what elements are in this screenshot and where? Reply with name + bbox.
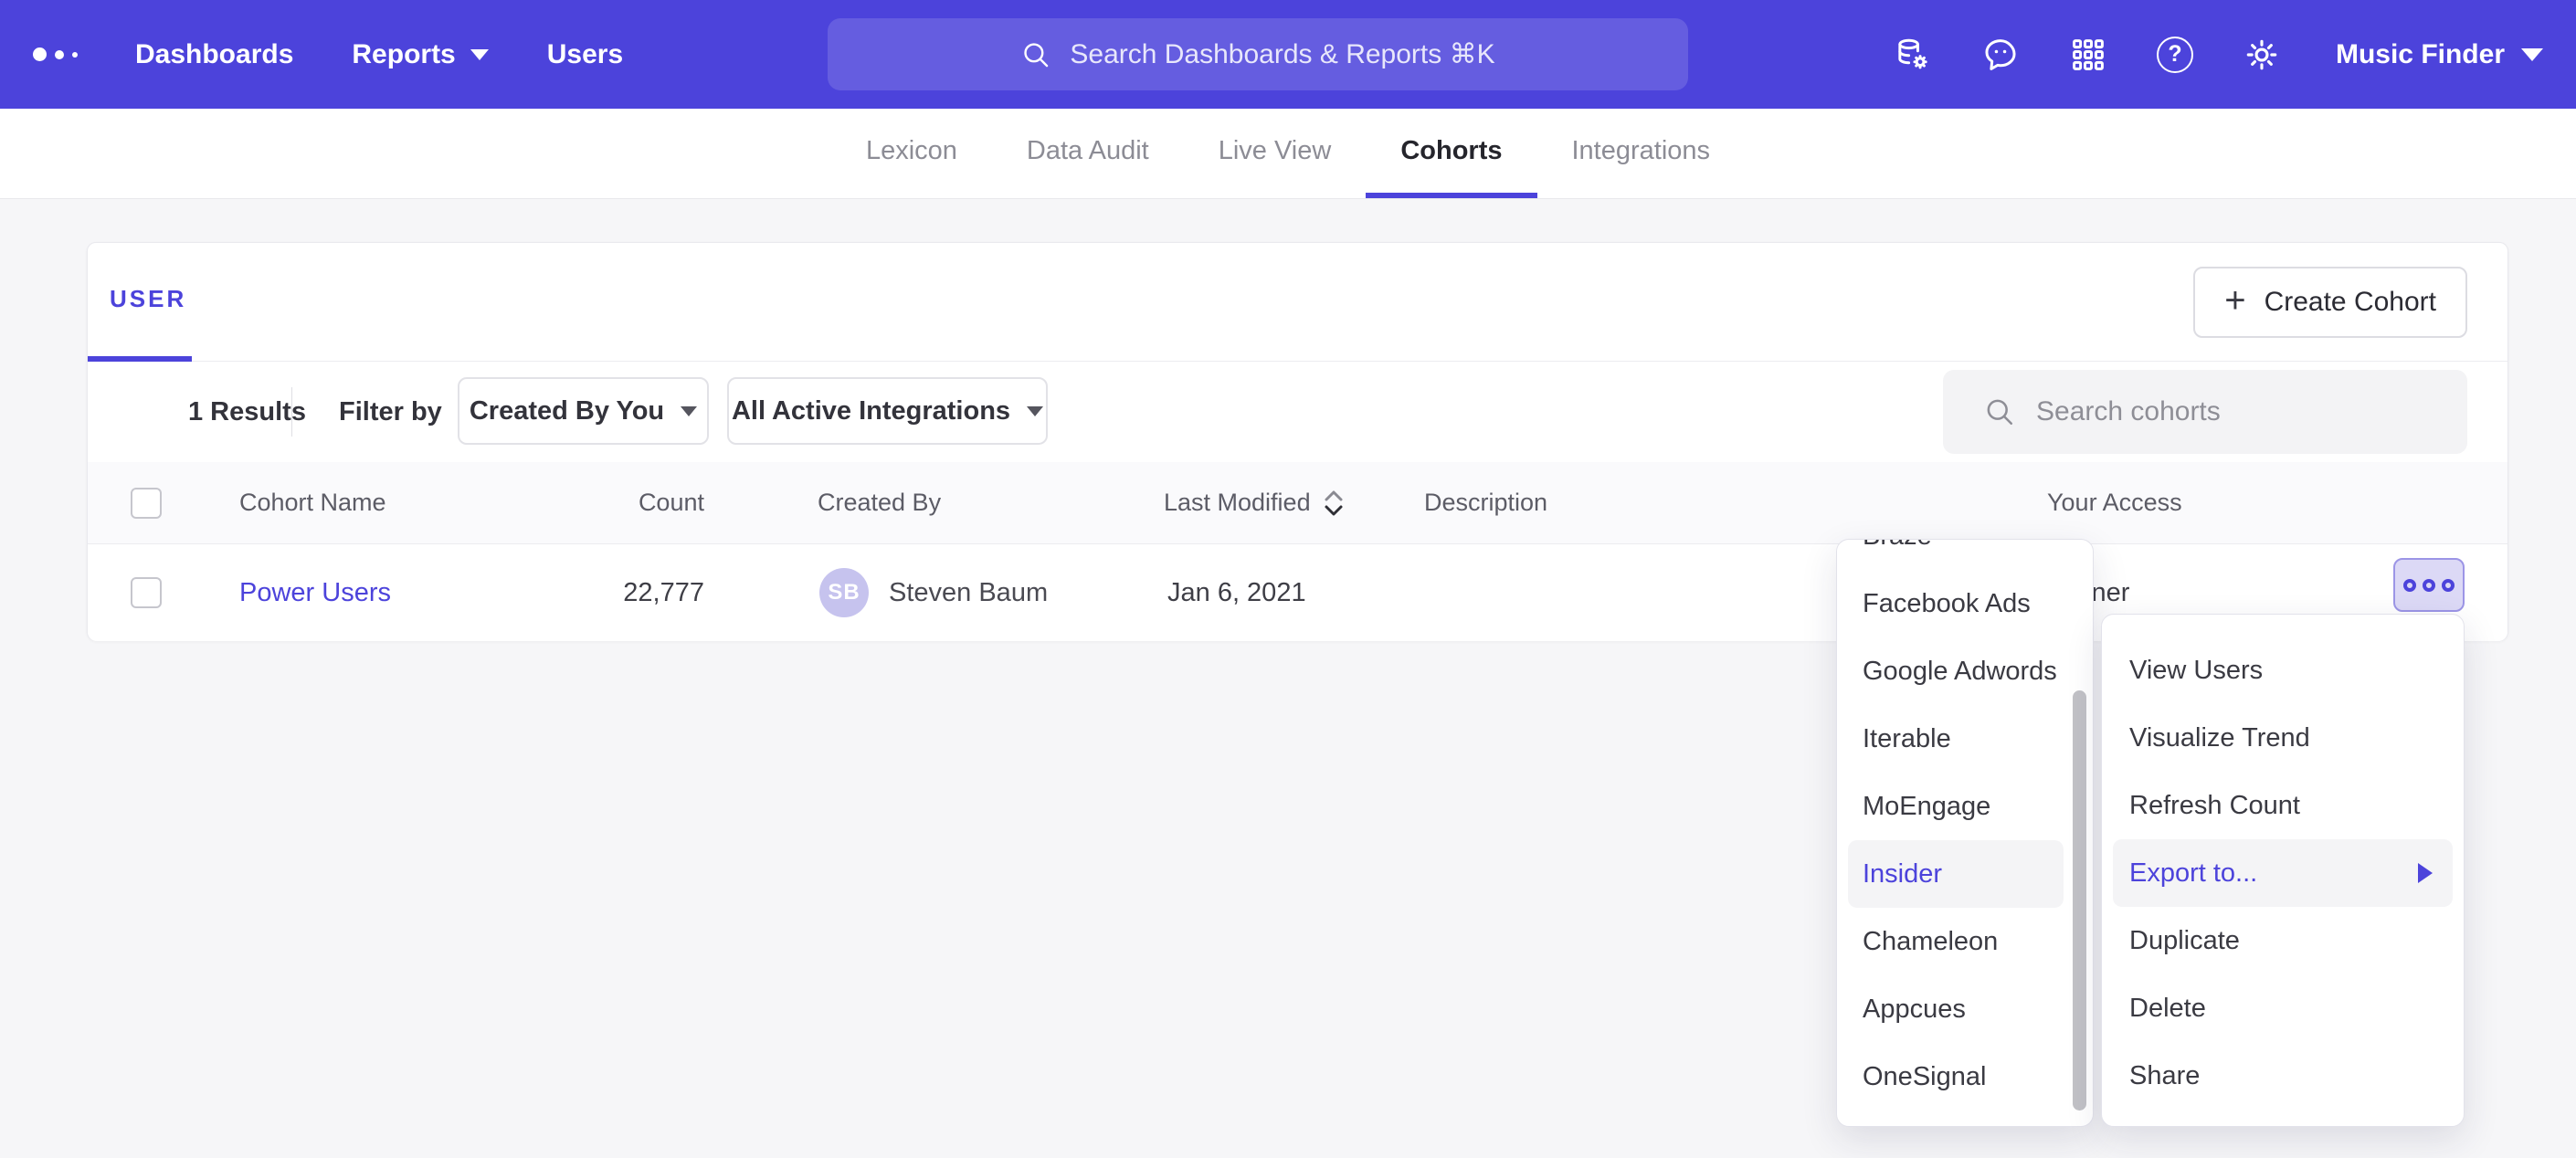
menu-item-label: Duplicate — [2129, 926, 2240, 956]
help-icon[interactable]: ? — [2157, 37, 2193, 73]
top-nav: Dashboards Reports Users Search Dashboards… — [0, 0, 2576, 109]
global-search-input[interactable]: Search Dashboards & Reports ⌘K — [828, 18, 1688, 90]
create-cohort-label: Create Cohort — [2265, 287, 2436, 318]
column-description[interactable]: Description — [1424, 462, 1547, 543]
created-by-cell: SB Steven Baum — [819, 544, 1048, 641]
cohort-count: 22,777 — [503, 544, 704, 641]
nav-item-label: Reports — [352, 39, 455, 70]
tab-bar: LexiconData AuditLive ViewCohortsIntegra… — [0, 109, 2576, 199]
search-icon — [1020, 39, 1051, 70]
cohort-type-section: USER + Create Cohort — [88, 243, 2507, 362]
plus-icon: + — [2224, 282, 2245, 319]
select-all-checkbox[interactable] — [131, 488, 162, 519]
results-count: 1 Results — [188, 362, 306, 462]
menu-item-view-users[interactable]: View Users — [2102, 637, 2464, 704]
cohorts-screen: Dashboards Reports Users Search Dashboards… — [0, 0, 2576, 1158]
chevron-down-icon — [2521, 48, 2543, 61]
nav-item-label: Users — [547, 39, 623, 70]
table-header: Cohort Name Count Created By Last Modifi… — [88, 462, 2507, 544]
menu-item-label: Export to... — [2129, 858, 2257, 889]
menu-item-share[interactable]: Share — [2102, 1042, 2464, 1110]
search-icon — [1983, 395, 2016, 428]
menu-item-label: Share — [2129, 1061, 2200, 1091]
mixpanel-logo-icon[interactable] — [33, 47, 86, 61]
created-by-filter-dropdown[interactable]: Created By You — [458, 377, 709, 445]
nav-item-users[interactable]: Users — [547, 39, 623, 70]
settings-icon[interactable] — [2243, 36, 2281, 74]
submenu-arrow-icon — [2418, 863, 2433, 883]
last-modified-cell: Jan 6, 2021 — [1167, 544, 1306, 641]
column-count[interactable]: Count — [503, 462, 704, 543]
menu-item-label: Visualize Trend — [2129, 723, 2310, 753]
integrations-filter-value: All Active Integrations — [732, 396, 1010, 426]
feedback-icon[interactable] — [1981, 36, 2020, 74]
tab-data-audit[interactable]: Data Audit — [992, 109, 1184, 198]
menu-item-label: Delete — [2129, 994, 2206, 1024]
dot-icon — [2403, 579, 2416, 592]
project-name: Music Finder — [2336, 39, 2505, 70]
nav-item-dashboards[interactable]: Dashboards — [135, 39, 293, 70]
submenu-item-facebook-ads[interactable]: Facebook Ads — [1837, 570, 2093, 637]
data-settings-icon[interactable] — [1894, 36, 1932, 74]
project-switcher[interactable]: Music Finder — [2336, 39, 2543, 70]
submenu-item-braze[interactable]: Braze — [1837, 539, 2093, 570]
search-cohorts-input[interactable]: Search cohorts — [1943, 370, 2467, 454]
dot-icon — [2442, 579, 2455, 592]
column-cohort-name[interactable]: Cohort Name — [239, 462, 386, 543]
submenu-item-insider[interactable]: Insider — [1848, 840, 2064, 908]
tab-live-view[interactable]: Live View — [1184, 109, 1367, 198]
menu-item-delete[interactable]: Delete — [2102, 974, 2464, 1042]
nav-item-reports[interactable]: Reports — [352, 39, 488, 70]
submenu-item-google-adwords[interactable]: Google Adwords — [1837, 637, 2093, 705]
submenu-scrollbar[interactable] — [2073, 690, 2086, 1111]
export-to-submenu: BrazeFacebook AdsGoogle AdwordsIterableM… — [1836, 539, 2094, 1127]
filter-by-label: Filter by — [339, 362, 442, 462]
menu-item-visualize-trend[interactable]: Visualize Trend — [2102, 704, 2464, 772]
row-more-actions-button[interactable] — [2393, 558, 2465, 612]
nav-links: Dashboards Reports Users — [135, 39, 623, 70]
created-by-filter-value: Created By You — [470, 396, 664, 426]
column-last-modified-label: Last Modified — [1164, 489, 1311, 517]
integrations-filter-dropdown[interactable]: All Active Integrations — [727, 377, 1048, 445]
submenu-item-chameleon[interactable]: Chameleon — [1837, 908, 2093, 975]
menu-item-duplicate[interactable]: Duplicate — [2102, 907, 2464, 974]
submenu-item-moengage[interactable]: MoEngage — [1837, 773, 2093, 840]
dot-icon — [2423, 579, 2435, 592]
tab-user-cohorts[interactable]: USER — [110, 285, 186, 313]
menu-item-export-to[interactable]: Export to... — [2113, 839, 2453, 907]
cohorts-card: USER + Create Cohort 1 Results Filter by… — [87, 242, 2508, 641]
chevron-down-icon — [470, 49, 489, 60]
menu-item-refresh-count[interactable]: Refresh Count — [2102, 772, 2464, 839]
sort-icon[interactable] — [1322, 489, 1346, 518]
row-checkbox[interactable] — [131, 577, 162, 608]
tab-integrations[interactable]: Integrations — [1537, 109, 1746, 198]
row-context-menu: View Users Visualize Trend Refresh Count Ex… — [2101, 614, 2465, 1127]
menu-item-label: View Users — [2129, 656, 2263, 686]
divider — [291, 387, 292, 437]
filter-row: 1 Results Filter by Created By You All A… — [88, 362, 2507, 462]
apps-grid-icon[interactable] — [2069, 36, 2107, 74]
nav-right: ? Music Finder — [1894, 0, 2543, 109]
avatar: SB — [819, 568, 869, 617]
row-context-menu-items: View Users Visualize Trend Refresh Count Ex… — [2102, 637, 2464, 1110]
column-created-by[interactable]: Created By — [818, 462, 941, 543]
chevron-down-icon — [1027, 406, 1043, 416]
submenu-item-iterable[interactable]: Iterable — [1837, 705, 2093, 773]
nav-item-label: Dashboards — [135, 39, 293, 70]
tab-cohorts[interactable]: Cohorts — [1366, 109, 1536, 198]
export-to-submenu-list: BrazeFacebook AdsGoogle AdwordsIterableM… — [1837, 539, 2093, 1111]
submenu-item-onesignal[interactable]: OneSignal — [1837, 1043, 2093, 1111]
submenu-item-appcues[interactable]: Appcues — [1837, 975, 2093, 1043]
created-by-name: Steven Baum — [889, 578, 1048, 608]
chevron-down-icon — [681, 406, 697, 416]
tab-lexicon[interactable]: Lexicon — [831, 109, 992, 198]
column-your-access[interactable]: Your Access — [2047, 462, 2182, 543]
menu-item-label: Refresh Count — [2129, 791, 2300, 821]
create-cohort-button[interactable]: + Create Cohort — [2193, 267, 2467, 338]
search-cohorts-placeholder: Search cohorts — [2036, 396, 2221, 427]
cohort-name-link[interactable]: Power Users — [239, 544, 391, 641]
column-last-modified[interactable]: Last Modified — [1164, 462, 1346, 543]
global-search-placeholder: Search Dashboards & Reports ⌘K — [1070, 38, 1494, 70]
